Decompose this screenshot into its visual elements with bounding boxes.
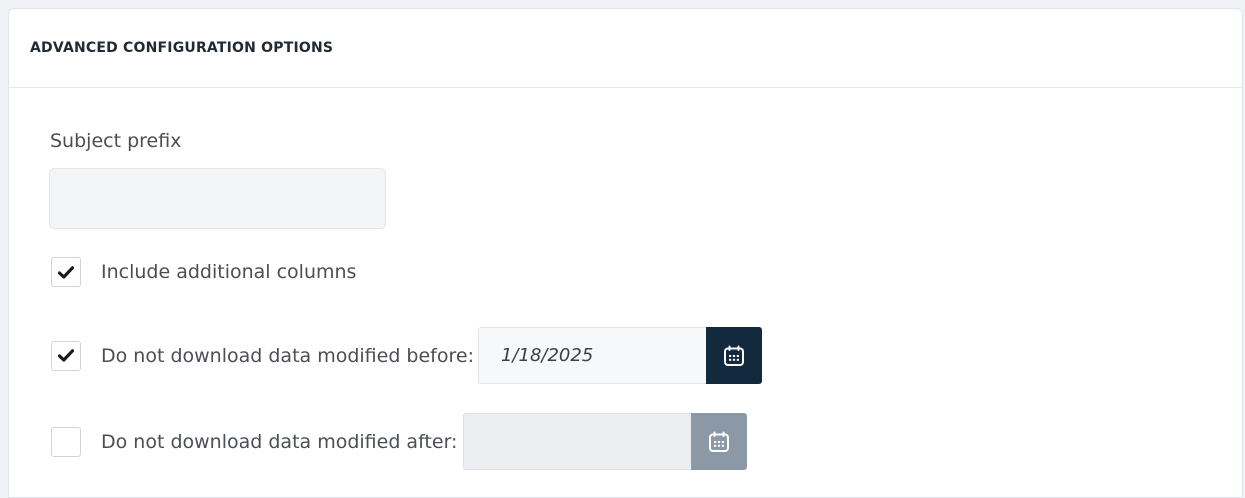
calendar-icon [709,431,730,452]
modified-before-calendar-button[interactable] [705,327,762,384]
modified-before-row: Do not download data modified before: [51,327,762,384]
modified-after-checkbox[interactable] [51,426,81,457]
modified-before-checkbox[interactable] [51,340,81,371]
include-columns-row: Include additional columns [51,257,356,287]
modified-after-label: Do not download data modified after: [101,430,458,453]
modified-before-date-input[interactable] [477,327,706,384]
panel-title: ADVANCED CONFIGURATION OPTIONS [30,40,334,56]
calendar-icon [723,345,744,366]
advanced-config-panel: ADVANCED CONFIGURATION OPTIONS Subject p… [8,8,1243,498]
checkmark-icon [58,265,74,279]
modified-after-row: Do not download data modified after: [51,413,748,470]
checkmark-icon [58,349,74,362]
modified-after-calendar-button[interactable] [691,413,748,470]
modified-after-date-group [463,413,748,470]
panel-header: ADVANCED CONFIGURATION OPTIONS [9,9,1242,88]
modified-before-date-group [477,327,762,384]
modified-after-date-input[interactable] [463,413,692,470]
modified-before-label: Do not download data modified before: [101,344,474,367]
include-columns-label: Include additional columns [101,261,357,283]
subject-prefix-label: Subject prefix [50,130,182,152]
include-columns-checkbox[interactable] [51,257,81,287]
subject-prefix-input[interactable] [49,168,386,229]
